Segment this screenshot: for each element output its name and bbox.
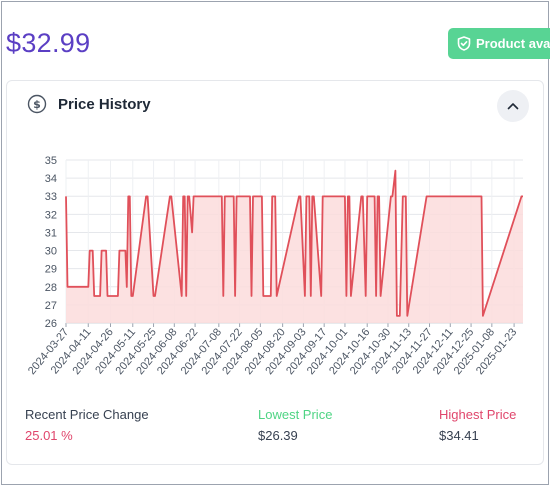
y-tick-label: 35 [45, 155, 57, 167]
y-tick-label: 33 [45, 191, 57, 203]
lowest-price-value: $26.39 [258, 428, 298, 443]
price-history-chart: 262728293031323334352024-03-272024-04-11… [26, 155, 523, 377]
shield-check-icon [457, 36, 471, 51]
y-tick-label: 27 [45, 300, 57, 312]
recent-change-stat: Recent Price Change 25.01 % [25, 407, 149, 443]
price-history-title: Price History [58, 95, 151, 113]
price-history-header: $ Price History [27, 94, 151, 114]
highest-price-value: $34.41 [439, 428, 479, 443]
highest-price-stat: Highest Price $34.41 [439, 407, 516, 443]
availability-badge-label: Product available [476, 36, 550, 51]
chevron-up-icon [507, 103, 519, 110]
y-tick-label: 31 [45, 227, 57, 239]
y-tick-label: 30 [45, 246, 57, 258]
y-tick-label: 29 [45, 264, 57, 276]
product-price: $32.99 [6, 28, 91, 58]
availability-badge: Product available [448, 28, 550, 59]
y-tick-label: 28 [45, 282, 57, 294]
price-area-fill [66, 170, 523, 323]
y-tick-label: 26 [45, 318, 57, 330]
collapse-button[interactable] [497, 90, 529, 122]
svg-text:$: $ [33, 98, 41, 111]
lowest-price-label: Lowest Price [258, 407, 333, 422]
y-tick-label: 34 [45, 173, 57, 185]
recent-change-label: Recent Price Change [25, 407, 149, 422]
dollar-circle-icon: $ [27, 94, 47, 114]
lowest-price-stat: Lowest Price $26.39 [258, 407, 332, 443]
highest-price-label: Highest Price [439, 407, 517, 422]
y-tick-label: 32 [45, 209, 57, 221]
recent-change-value: 25.01 % [25, 428, 73, 443]
price-history-card: $ Price History 26 27 28 29 30 31 32 33 34 35 2024… [6, 80, 544, 465]
